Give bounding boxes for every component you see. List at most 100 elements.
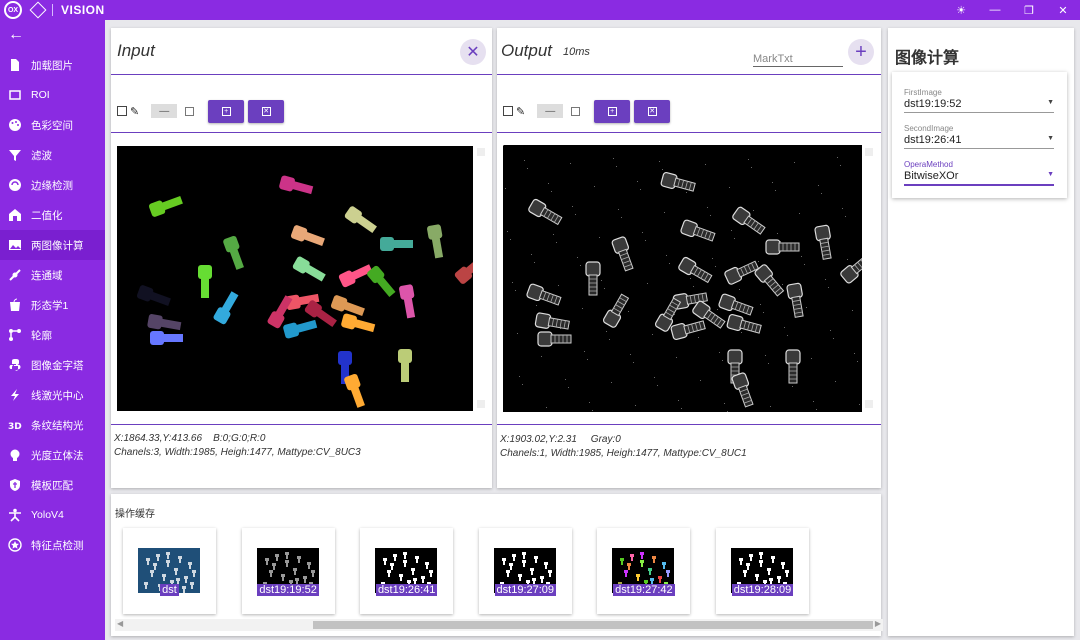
dropdown-arrow-icon: ▼: [1047, 171, 1054, 178]
dropdown-arrow-icon: ▼: [1047, 135, 1054, 142]
sidebar-item-label: 连通域: [31, 269, 63, 282]
opera-method-label: OperaMethod: [904, 160, 953, 169]
sidebar-item[interactable]: 两图像计算: [0, 230, 105, 260]
scroll-left-icon[interactable]: ◀: [117, 619, 123, 628]
filter-icon: [7, 147, 23, 163]
sidebar-item[interactable]: 模板匹配: [0, 470, 105, 500]
output-info-line2: Chanels:1, Width:1985, Heigh:1477, Matty…: [500, 448, 747, 459]
sidebar-item[interactable]: 滤波: [0, 140, 105, 170]
divider: [111, 132, 492, 133]
sidebar-item[interactable]: 边缘检测: [0, 170, 105, 200]
second-image-label: SecondImage: [904, 124, 954, 133]
add-button[interactable]: +: [208, 99, 245, 123]
sidebar-item[interactable]: YoloV4: [0, 500, 105, 530]
output-info-line1: X:1903.02,Y:2.31 Gray:0: [500, 434, 621, 445]
mark-text-input[interactable]: MarkTxt: [753, 49, 843, 67]
line-tool-button[interactable]: —: [537, 104, 564, 118]
sidebar-item[interactable]: ROI: [0, 80, 105, 110]
cache-scrollbar[interactable]: ◀ ▶: [115, 619, 883, 631]
scroll-right-icon[interactable]: ▶: [875, 619, 881, 628]
output-image[interactable]: [503, 145, 862, 412]
cache-panel: 操作缓存 dst dst19:19:52 dst19:26:41 dst19:27:0…: [111, 494, 883, 636]
delete-button[interactable]: ✕: [248, 99, 285, 123]
draw-checkbox[interactable]: [117, 106, 127, 116]
cache-thumbnail[interactable]: dst19:26:41: [360, 528, 454, 614]
theme-toggle-icon[interactable]: ☀: [944, 0, 978, 20]
sidebar-item-label: 形态学1: [31, 299, 69, 312]
cache-title: 操作缓存: [115, 509, 155, 520]
output-info: X:1903.02,Y:2.31 Gray:0 Chanels:1, Width…: [500, 433, 747, 461]
rect-tool-button[interactable]: [185, 106, 195, 116]
window-controls: ☀ — ❐ ✕: [944, 0, 1080, 20]
sidebar-item[interactable]: 色彩空间: [0, 110, 105, 140]
scrollbar-thumb[interactable]: [313, 621, 873, 629]
sidebar-item[interactable]: 特征点检测: [0, 530, 105, 560]
sidebar-item-label: 色彩空间: [31, 119, 73, 132]
sidebar-item[interactable]: 形态学1: [0, 290, 105, 320]
thumbnail-label: dst19:19:52: [257, 584, 319, 596]
mark-text-placeholder: MarkTxt: [753, 53, 793, 65]
svg-text:3D: 3D: [8, 422, 22, 432]
sidebar-item-label: 线激光中心: [31, 389, 84, 402]
clear-input-button[interactable]: ✕: [460, 39, 486, 65]
cache-thumbnail[interactable]: dst19:19:52: [241, 528, 335, 614]
scroll-corner: [477, 148, 485, 156]
input-info-line1: X:1864.33,Y:413.66 B:0;G:0;R:0: [114, 433, 266, 444]
cache-thumbnail[interactable]: dst19:28:09: [716, 528, 809, 614]
second-image-value: dst19:26:41: [904, 134, 962, 146]
brush-icon: ✎: [130, 105, 140, 118]
divider: [497, 74, 881, 75]
second-image-select[interactable]: SecondImage dst19:26:41 ▼: [904, 124, 1054, 149]
cache-thumbnail[interactable]: dst19:27:42: [597, 528, 691, 614]
operation-panel: 图像计算 FirstImage dst19:19:52 ▼ SecondImage…: [888, 28, 1074, 636]
sidebar-item[interactable]: 连通域: [0, 260, 105, 290]
draw-checkbox[interactable]: [503, 106, 513, 116]
sidebar-item[interactable]: 光度立体法: [0, 440, 105, 470]
sidebar-item[interactable]: 轮廓: [0, 320, 105, 350]
cache-thumbnail[interactable]: dst19:27:09: [478, 528, 572, 614]
rectangle-icon: [7, 87, 23, 103]
output-toolbar: ✎ — + ✕: [503, 99, 674, 123]
add-button[interactable]: +: [594, 99, 631, 123]
python-icon: [7, 357, 23, 373]
sidebar-item[interactable]: 加载图片: [0, 50, 105, 80]
file-icon: [7, 57, 23, 73]
title-separator: [52, 4, 53, 16]
sidebar-item[interactable]: 二值化: [0, 200, 105, 230]
sidebar-item-label: 特征点检测: [31, 539, 84, 552]
input-info: X:1864.33,Y:413.66 B:0;G:0;R:0 Chanels:3…: [114, 432, 361, 460]
thumbnail-label: dst19:28:09: [731, 584, 794, 596]
delete-button[interactable]: ✕: [634, 99, 671, 123]
sidebar-item[interactable]: 3D 条纹结构光: [0, 410, 105, 440]
input-image[interactable]: [117, 146, 473, 411]
first-image-value: dst19:19:52: [904, 98, 962, 110]
sidebar-item-label: 边缘检测: [31, 179, 73, 192]
cache-thumbnail[interactable]: dst: [123, 528, 216, 614]
brush-icon: ✎: [516, 105, 526, 118]
image-icon: [7, 237, 23, 253]
opera-method-select[interactable]: OperaMethod BitwiseXOr ▼: [904, 160, 1054, 186]
add-mark-button[interactable]: +: [848, 39, 874, 65]
dropdown-arrow-icon: ▼: [1047, 99, 1054, 106]
back-arrow-icon[interactable]: ←: [0, 20, 105, 50]
sidebar-item[interactable]: 图像金字塔: [0, 350, 105, 380]
scroll-corner: [477, 400, 485, 408]
3d-icon: 3D: [7, 417, 23, 433]
input-toolbar: ✎ — + ✕: [117, 99, 288, 123]
maximize-button[interactable]: ❐: [1012, 0, 1046, 20]
divider: [497, 424, 881, 425]
sidebar-item[interactable]: 线激光中心: [0, 380, 105, 410]
rect-tool-button[interactable]: [571, 106, 581, 116]
close-window-button[interactable]: ✕: [1046, 0, 1080, 20]
bulb-icon: [7, 447, 23, 463]
line-tool-button[interactable]: —: [151, 104, 178, 118]
thumbnail-label: dst19:27:09: [494, 584, 557, 596]
first-image-select[interactable]: FirstImage dst19:19:52 ▼: [904, 88, 1054, 113]
app-title: VISION: [61, 3, 105, 17]
thumbnail-label: dst19:26:41: [375, 584, 438, 596]
star-icon: [7, 537, 23, 553]
divider: [111, 74, 492, 75]
output-title: Output: [501, 41, 553, 60]
sidebar-item-label: 两图像计算: [31, 239, 84, 252]
minimize-button[interactable]: —: [978, 0, 1012, 20]
